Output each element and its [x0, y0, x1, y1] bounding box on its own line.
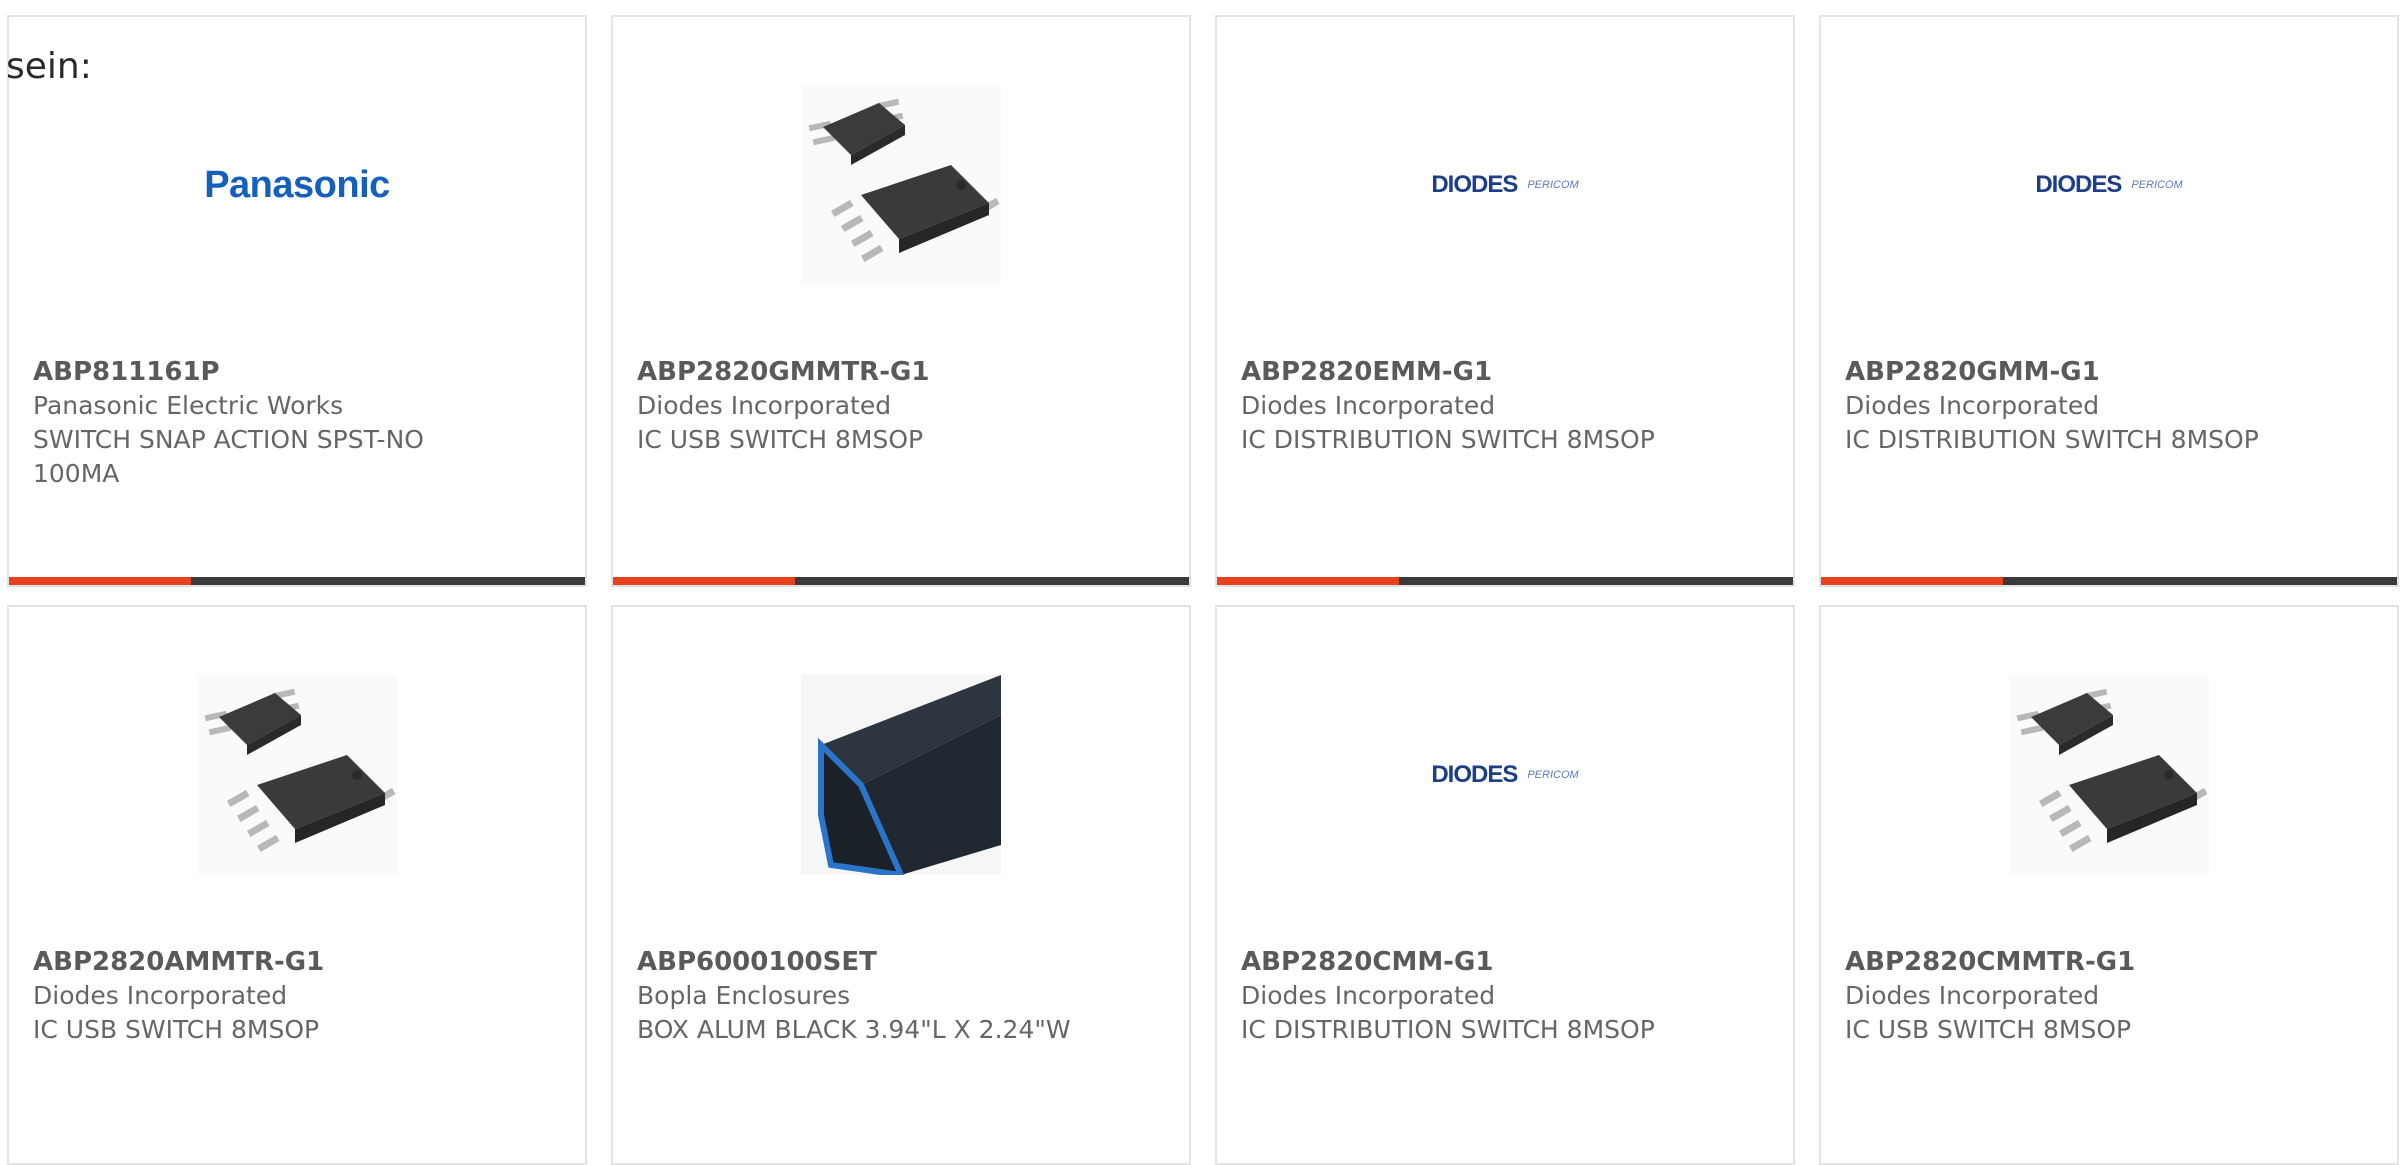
card-footer-bar	[9, 577, 585, 585]
prefix-text: sein:	[6, 46, 92, 87]
diodes-logo: DIODES PERICOM	[1405, 85, 1605, 285]
pericom-logo-text: PERICOM	[1527, 179, 1579, 191]
card-footer-bar	[1821, 577, 2397, 585]
product-card[interactable]: DIODES PERICOM ABP2820CMM-G1 Diodes Inco…	[1215, 605, 1795, 1165]
chip-image	[2009, 675, 2209, 875]
pericom-logo-text: PERICOM	[1527, 769, 1579, 781]
manufacturer: Diodes Incorporated	[1241, 981, 1496, 1010]
description: IC USB SWITCH 8MSOP	[637, 425, 924, 454]
description: IC DISTRIBUTION SWITCH 8MSOP	[1241, 425, 1655, 454]
product-card[interactable]: ABP2820GMMTR-G1 Diodes Incorporated IC U…	[611, 15, 1191, 587]
card-footer-accent	[1217, 577, 1399, 585]
manufacturer: Diodes Incorporated	[1845, 391, 2100, 420]
product-card[interactable]: ABP2820AMMTR-G1 Diodes Incorporated IC U…	[7, 605, 587, 1165]
diodes-logo-text: DIODES	[1431, 761, 1518, 788]
card-footer-accent	[613, 577, 795, 585]
panasonic-logo: Panasonic	[197, 85, 397, 285]
pericom-logo-text: PERICOM	[2131, 179, 2183, 191]
product-card[interactable]: DIODES PERICOM ABP2820EMM-G1 Diodes Inco…	[1215, 15, 1795, 587]
card-footer-accent	[1821, 577, 2003, 585]
part-number[interactable]: ABP2820CMMTR-G1	[1845, 945, 2285, 979]
manufacturer: Diodes Incorporated	[33, 981, 288, 1010]
part-number[interactable]: ABP2820AMMTR-G1	[33, 945, 473, 979]
chip-icon	[801, 85, 1001, 285]
diodes-logo: DIODES PERICOM	[2009, 85, 2209, 285]
product-card[interactable]: DIODES PERICOM ABP2820GMM-G1 Diodes Inco…	[1819, 15, 2399, 587]
part-number[interactable]: ABP2820EMM-G1	[1241, 355, 1681, 389]
part-number[interactable]: ABP6000100SET	[637, 945, 1077, 979]
part-number[interactable]: ABP811161P	[33, 355, 473, 389]
chip-image	[197, 675, 397, 875]
card-footer-accent	[9, 577, 191, 585]
description: SWITCH SNAP ACTION SPST-NO 100MA	[33, 425, 424, 488]
manufacturer: Diodes Incorporated	[637, 391, 892, 420]
description: IC DISTRIBUTION SWITCH 8MSOP	[1241, 1015, 1655, 1044]
product-card[interactable]: Panasonic ABP811161P Panasonic Electric …	[7, 15, 587, 587]
card-footer-bar	[613, 577, 1189, 585]
description: IC USB SWITCH 8MSOP	[1845, 1015, 2132, 1044]
diodes-logo-text: DIODES	[2035, 171, 2122, 198]
description: IC DISTRIBUTION SWITCH 8MSOP	[1845, 425, 2259, 454]
diodes-logo: DIODES PERICOM	[1405, 675, 1605, 875]
part-number[interactable]: ABP2820GMMTR-G1	[637, 355, 1077, 389]
manufacturer: Diodes Incorporated	[1241, 391, 1496, 420]
product-card[interactable]: ABP2820CMMTR-G1 Diodes Incorporated IC U…	[1819, 605, 2399, 1165]
manufacturer: Panasonic Electric Works	[33, 391, 344, 420]
chip-icon	[2009, 675, 2209, 875]
chip-icon	[197, 675, 397, 875]
manufacturer: Diodes Incorporated	[1845, 981, 2100, 1010]
chip-image	[801, 85, 1001, 285]
panasonic-logo-text: Panasonic	[204, 163, 390, 206]
part-number[interactable]: ABP2820CMM-G1	[1241, 945, 1681, 979]
diodes-logo-text: DIODES	[1431, 171, 1518, 198]
product-card[interactable]: ABP6000100SET Bopla Enclosures BOX ALUM …	[611, 605, 1191, 1165]
part-number[interactable]: ABP2820GMM-G1	[1845, 355, 2285, 389]
enclosure-image	[801, 675, 1001, 875]
manufacturer: Bopla Enclosures	[637, 981, 851, 1010]
enclosure-icon	[801, 675, 1001, 875]
description: IC USB SWITCH 8MSOP	[33, 1015, 320, 1044]
description: BOX ALUM BLACK 3.94"L X 2.24"W	[637, 1015, 1071, 1044]
card-footer-bar	[1217, 577, 1793, 585]
